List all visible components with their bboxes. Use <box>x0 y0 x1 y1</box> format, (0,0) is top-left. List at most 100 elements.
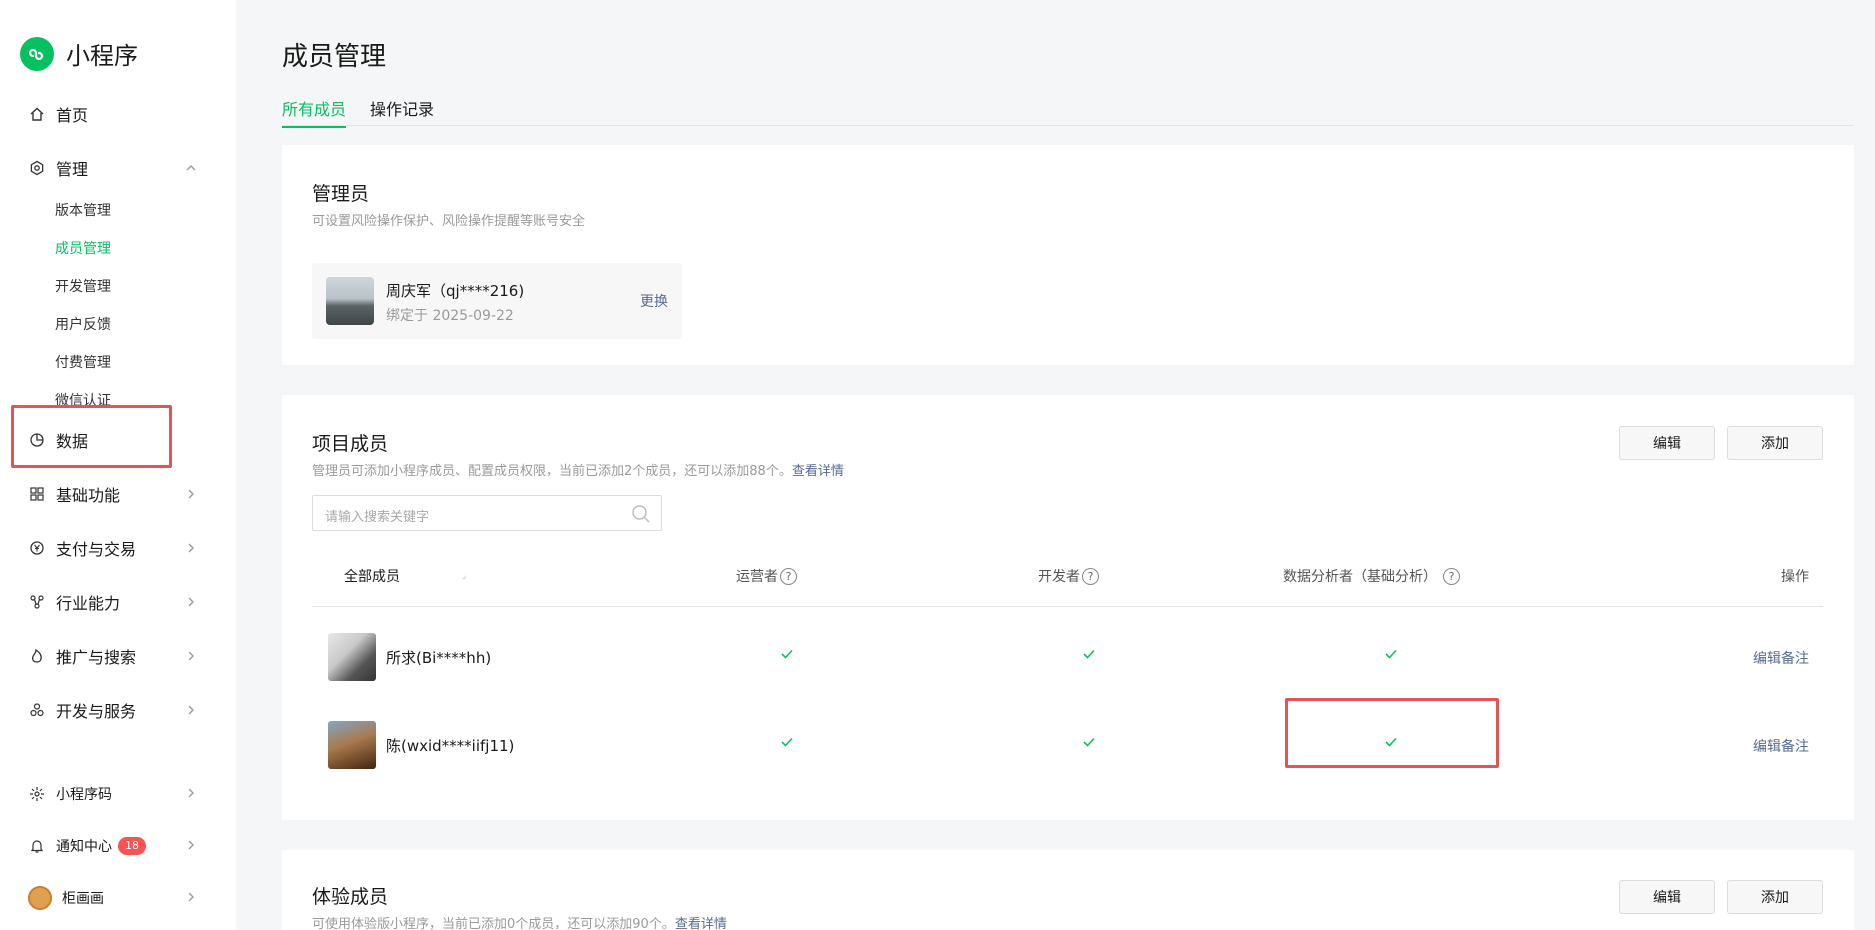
nav-qrcode-label: 小程序码 <box>56 787 112 803</box>
chevron-up-icon <box>184 160 198 179</box>
edit-note-link[interactable]: 编辑备注 <box>1753 736 1809 756</box>
member-name: 陈(wxid****iifj11) <box>386 737 515 755</box>
nav-industry[interactable]: 行业能力 <box>28 587 198 617</box>
nav-payment[interactable]: 支付与交易 <box>28 533 198 563</box>
column-action: 操作 <box>1781 569 1809 585</box>
nav-user-feedback[interactable]: 用户反馈 <box>55 314 111 334</box>
chevron-right-icon <box>184 540 198 559</box>
admin-card-desc: 可设置风险操作保护、风险操作提醒等账号安全 <box>312 214 586 229</box>
table-row: 所求(Bi****hh) 编辑备注 <box>312 613 1823 701</box>
admin-avatar <box>326 277 374 325</box>
column-analyst: 数据分析者（基础分析）? <box>1283 566 1460 586</box>
member-avatar <box>328 721 376 769</box>
trial-card-desc: 可使用体验版小程序，当前已添加0个成员，还可以添加90个。查看详情 <box>312 913 727 930</box>
nav-home[interactable]: 首页 <box>28 99 198 129</box>
column-analyst-label: 数据分析者（基础分析） <box>1283 569 1437 585</box>
help-icon[interactable]: ? <box>780 567 797 585</box>
nav-manage[interactable]: 管理 <box>28 153 198 183</box>
highlight-box-data <box>11 405 172 468</box>
tab-all-members[interactable]: 所有成员 <box>282 96 347 128</box>
trial-card-title: 体验成员 <box>312 886 389 908</box>
project-details-link[interactable]: 查看详情 <box>792 464 844 479</box>
member-name: 所求(Bi****hh) <box>386 649 492 667</box>
chevron-right-icon <box>184 838 198 856</box>
bell-icon <box>28 837 46 855</box>
nav-promotion-label: 推广与搜索 <box>56 648 137 667</box>
admin-info-box: 周庆军（qj****216) 绑定于 2025-09-22 更换 <box>312 263 682 339</box>
chevron-right-icon <box>184 890 198 908</box>
chevron-right-icon <box>184 594 198 613</box>
project-members-card: 项目成员 管理员可添加小程序成员、配置成员权限，当前已添加2个成员，还可以添加8… <box>282 395 1854 820</box>
nav-user-label: 柜画画 <box>62 891 104 907</box>
column-all-label: 全部成员 <box>344 569 400 585</box>
members-table-header: 全部成员 ⌟ 运营者? 开发者? 数据分析者（基础分析）? 操作 <box>312 545 1823 607</box>
sidebar: 小程序 首页 管理 版本管理 成员管理 开发管理 用户反馈 付费管理 微信认证 … <box>0 0 236 930</box>
trial-details-link[interactable]: 查看详情 <box>675 917 727 930</box>
nav-member-manage[interactable]: 成员管理 <box>55 238 111 258</box>
trial-desc-text: 可使用体验版小程序，当前已添加0个成员，还可以添加90个。 <box>312 917 675 930</box>
nav-qrcode[interactable]: 小程序码 <box>28 779 198 809</box>
nav-basic-label: 基础功能 <box>56 486 121 505</box>
admin-card-title: 管理员 <box>312 183 370 205</box>
services-icon <box>28 701 46 719</box>
tab-bar: 所有成员 操作记录 <box>282 94 1854 128</box>
molecule-icon <box>28 593 46 611</box>
nav-notifications-label: 通知中心 <box>56 839 112 855</box>
nav-home-label: 首页 <box>56 106 89 125</box>
column-developer-label: 开发者 <box>1038 569 1080 585</box>
sort-icon: ⌟ <box>462 571 467 581</box>
user-avatar <box>28 886 52 910</box>
table-row: 陈(wxid****iifj11) 编辑备注 <box>312 701 1823 789</box>
nav-user-account[interactable]: 柜画画 <box>28 883 198 913</box>
nav-manage-label: 管理 <box>56 160 89 179</box>
admin-card: 管理员 可设置风险操作保护、风险操作提醒等账号安全 周庆军（qj****216)… <box>282 145 1854 365</box>
admin-name: 周庆军（qj****216) <box>386 282 525 300</box>
help-icon[interactable]: ? <box>1443 567 1460 585</box>
member-avatar <box>328 633 376 681</box>
brand[interactable]: 小程序 <box>20 36 138 71</box>
add-trial-button[interactable]: 添加 <box>1727 880 1823 914</box>
change-admin-link[interactable]: 更换 <box>640 291 668 311</box>
help-icon[interactable]: ? <box>1082 567 1099 585</box>
column-operator: 运营者? <box>736 566 797 586</box>
notification-count-badge: 18 <box>118 837 146 855</box>
project-card-desc: 管理员可添加小程序成员、配置成员权限，当前已添加2个成员，还可以添加88个。查看… <box>312 460 844 479</box>
nav-basic-functions[interactable]: 基础功能 <box>28 479 198 509</box>
edit-trial-button[interactable]: 编辑 <box>1619 880 1715 914</box>
search-icon <box>631 504 651 528</box>
sun-code-icon <box>28 785 46 803</box>
page-title: 成员管理 <box>282 42 387 72</box>
member-search-input[interactable]: 请输入搜索关键字 <box>312 495 662 531</box>
nav-notifications[interactable]: 通知中心 18 <box>28 831 198 861</box>
column-operator-label: 运营者 <box>736 569 778 585</box>
hexagon-settings-icon <box>28 159 46 177</box>
nav-industry-label: 行业能力 <box>56 594 121 613</box>
nav-dev-manage[interactable]: 开发管理 <box>55 276 111 296</box>
highlight-box-analyst-check <box>1285 698 1499 768</box>
check-icon <box>781 737 793 747</box>
nav-payment-manage[interactable]: 付费管理 <box>55 352 111 372</box>
check-icon <box>781 649 793 659</box>
chevron-right-icon <box>184 786 198 804</box>
column-developer: 开发者? <box>1038 566 1099 586</box>
trial-members-card: 体验成员 可使用体验版小程序，当前已添加0个成员，还可以添加90个。查看详情 编… <box>282 850 1854 930</box>
yuan-icon <box>28 539 46 557</box>
check-icon <box>1083 649 1095 659</box>
brand-title: 小程序 <box>66 42 138 70</box>
project-desc-text: 管理员可添加小程序成员、配置成员权限，当前已添加2个成员，还可以添加88个。 <box>312 464 792 479</box>
search-placeholder: 请输入搜索关键字 <box>325 510 430 525</box>
tab-operation-log[interactable]: 操作记录 <box>370 96 434 126</box>
flame-icon <box>28 647 46 665</box>
grid-apps-icon <box>28 485 46 503</box>
nav-version-manage[interactable]: 版本管理 <box>55 200 111 220</box>
column-all-members[interactable]: 全部成员 ⌟ <box>344 566 466 586</box>
nav-dev-services[interactable]: 开发与服务 <box>28 695 198 725</box>
nav-payment-label: 支付与交易 <box>56 540 137 559</box>
nav-promotion[interactable]: 推广与搜索 <box>28 641 198 671</box>
chevron-right-icon <box>184 486 198 505</box>
add-member-button[interactable]: 添加 <box>1727 426 1823 460</box>
chevron-right-icon <box>184 648 198 667</box>
edit-members-button[interactable]: 编辑 <box>1619 426 1715 460</box>
edit-note-link[interactable]: 编辑备注 <box>1753 648 1809 668</box>
mini-program-logo-icon <box>20 36 54 71</box>
